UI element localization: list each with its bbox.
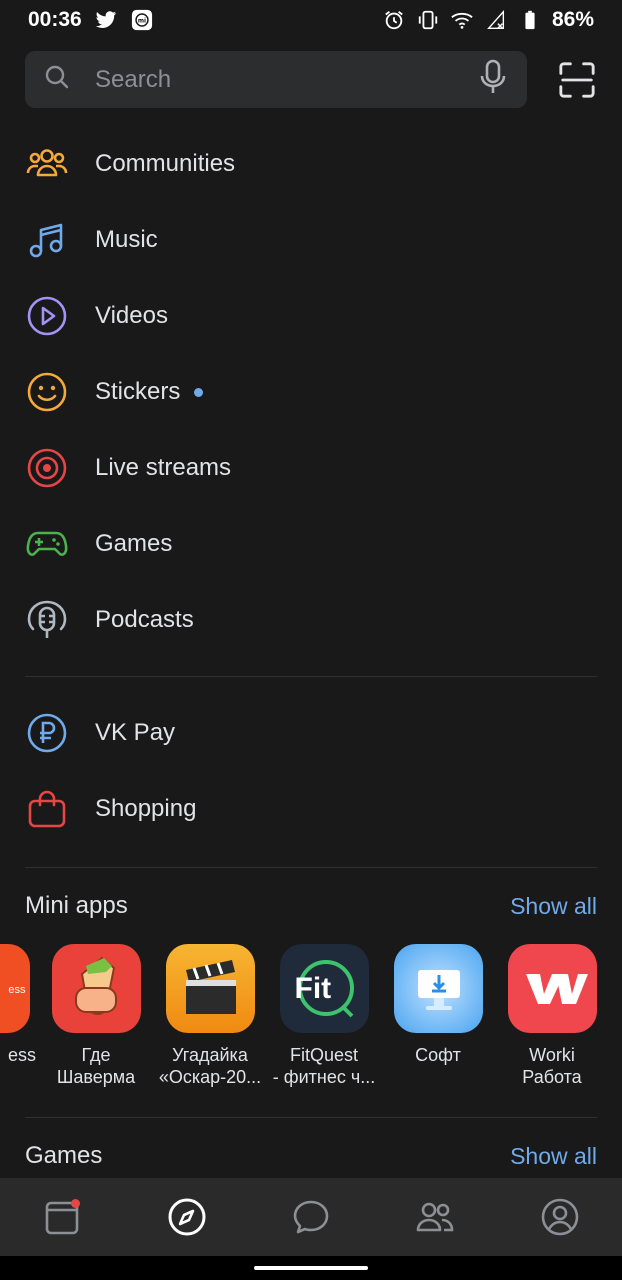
messages-tab-icon <box>293 1200 329 1234</box>
menu-label: Music <box>95 226 158 253</box>
menu-item-music[interactable]: Music <box>0 202 622 278</box>
svg-text:mi: mi <box>138 17 146 24</box>
mini-apps-header: Mini apps Show all <box>25 888 597 924</box>
alarm-icon <box>382 8 406 32</box>
divider <box>25 676 597 677</box>
mini-app-item[interactable]: Где Шаверма <box>41 944 151 1088</box>
qr-scan-button[interactable] <box>557 60 597 100</box>
menu-label: Stickers <box>95 378 181 405</box>
music-icon <box>26 219 68 261</box>
mini-app-item[interactable]: Угадайка «Оскар-20... <box>155 944 265 1088</box>
search-row <box>25 51 597 108</box>
status-bar: 00:36 mi 86% <box>0 0 622 40</box>
app-name: Worki Работа <box>522 1045 582 1087</box>
divider <box>25 1117 597 1118</box>
tab-friends[interactable] <box>405 1187 465 1247</box>
vibrate-icon <box>416 8 440 32</box>
qr-scan-icon <box>559 61 595 98</box>
app-name: FitQuest - фитнес ч... <box>272 1045 376 1087</box>
app-name: ess <box>7 1045 36 1065</box>
tab-profile[interactable] <box>530 1187 590 1247</box>
live-streams-icon <box>26 447 68 489</box>
menu-label: VK Pay <box>95 719 176 746</box>
tab-discover[interactable] <box>157 1187 217 1247</box>
mini-apps-carousel[interactable]: ess ess Где Шаверма Угадайка «Оскар-20..… <box>0 944 622 1094</box>
app-name: Где Шаверма <box>56 1045 136 1087</box>
express-app-icon: ess <box>0 944 30 1033</box>
show-all-link[interactable]: Show all <box>510 1143 597 1170</box>
gesture-navigation-bar <box>0 1256 622 1280</box>
search-icon <box>43 63 71 96</box>
menu-item-stickers[interactable]: Stickers <box>0 354 622 430</box>
podcasts-icon <box>26 599 68 641</box>
menu-item-shopping[interactable]: Shopping <box>0 771 622 847</box>
signal-icon <box>484 8 508 32</box>
menu-item-live-streams[interactable]: Live streams <box>0 430 622 506</box>
menu-label: Live streams <box>95 454 232 481</box>
divider <box>25 867 597 868</box>
communities-icon <box>26 143 68 185</box>
battery-percent: 86% <box>551 8 594 31</box>
microphone-icon[interactable] <box>477 59 509 100</box>
menu-label: Podcasts <box>95 606 194 633</box>
battery-icon <box>518 8 542 32</box>
mini-app-item[interactable]: Worki Работа <box>497 944 607 1088</box>
section-title: Games <box>25 1142 103 1169</box>
new-indicator-dot <box>194 387 204 397</box>
menu-item-communities[interactable]: Communities <box>0 126 622 202</box>
shawarma-app-icon <box>51 944 141 1033</box>
twitter-icon <box>94 8 118 32</box>
menu-item-podcasts[interactable]: Podcasts <box>0 582 622 658</box>
status-time: 00:36 <box>28 8 82 31</box>
menu-label: Shopping <box>95 795 197 822</box>
menu-label: Communities <box>95 150 236 177</box>
clapperboard-app-icon <box>165 944 255 1033</box>
shopping-icon <box>26 788 68 830</box>
menu-label: Videos <box>95 302 168 329</box>
mini-app-item[interactable]: ess ess <box>0 944 40 1066</box>
discover-tab-icon <box>168 1198 206 1236</box>
mini-app-item[interactable]: Fit FitQuest - фитнес ч... <box>269 944 379 1088</box>
soft-app-icon <box>393 944 483 1033</box>
app-name: Софт <box>415 1045 461 1065</box>
menu-item-games[interactable]: Games <box>0 506 622 582</box>
search-input[interactable] <box>95 65 477 94</box>
menu-item-vk-pay[interactable]: VK Pay <box>0 695 622 771</box>
wifi-icon <box>450 8 474 32</box>
app-name: Угадайка «Оскар-20... <box>158 1045 262 1087</box>
bottom-tab-bar <box>0 1178 622 1256</box>
fitquest-app-icon: Fit <box>279 944 369 1033</box>
videos-icon <box>26 295 68 337</box>
search-box[interactable] <box>25 51 527 108</box>
friends-tab-icon <box>417 1202 454 1232</box>
tab-news[interactable] <box>32 1187 92 1247</box>
games-header: Games Show all <box>25 1138 597 1174</box>
mini-app-item[interactable]: Софт <box>383 944 493 1066</box>
tab-messages[interactable] <box>281 1187 341 1247</box>
section-title: Mini apps <box>25 892 128 919</box>
discover-menu: Communities Music Videos Stickers Live s… <box>0 126 622 847</box>
vk-pay-icon <box>26 712 68 754</box>
app-logo-text: Fit <box>294 972 332 1005</box>
menu-item-videos[interactable]: Videos <box>0 278 622 354</box>
show-all-link[interactable]: Show all <box>510 893 597 920</box>
app-logo-text: ess <box>8 984 26 996</box>
stickers-icon <box>26 371 68 413</box>
worki-app-icon <box>507 944 597 1033</box>
menu-label: Games <box>95 530 173 557</box>
profile-tab-icon <box>541 1198 579 1236</box>
games-icon <box>26 523 68 565</box>
mi-icon: mi <box>130 8 154 32</box>
home-gesture-pill[interactable] <box>254 1266 368 1270</box>
